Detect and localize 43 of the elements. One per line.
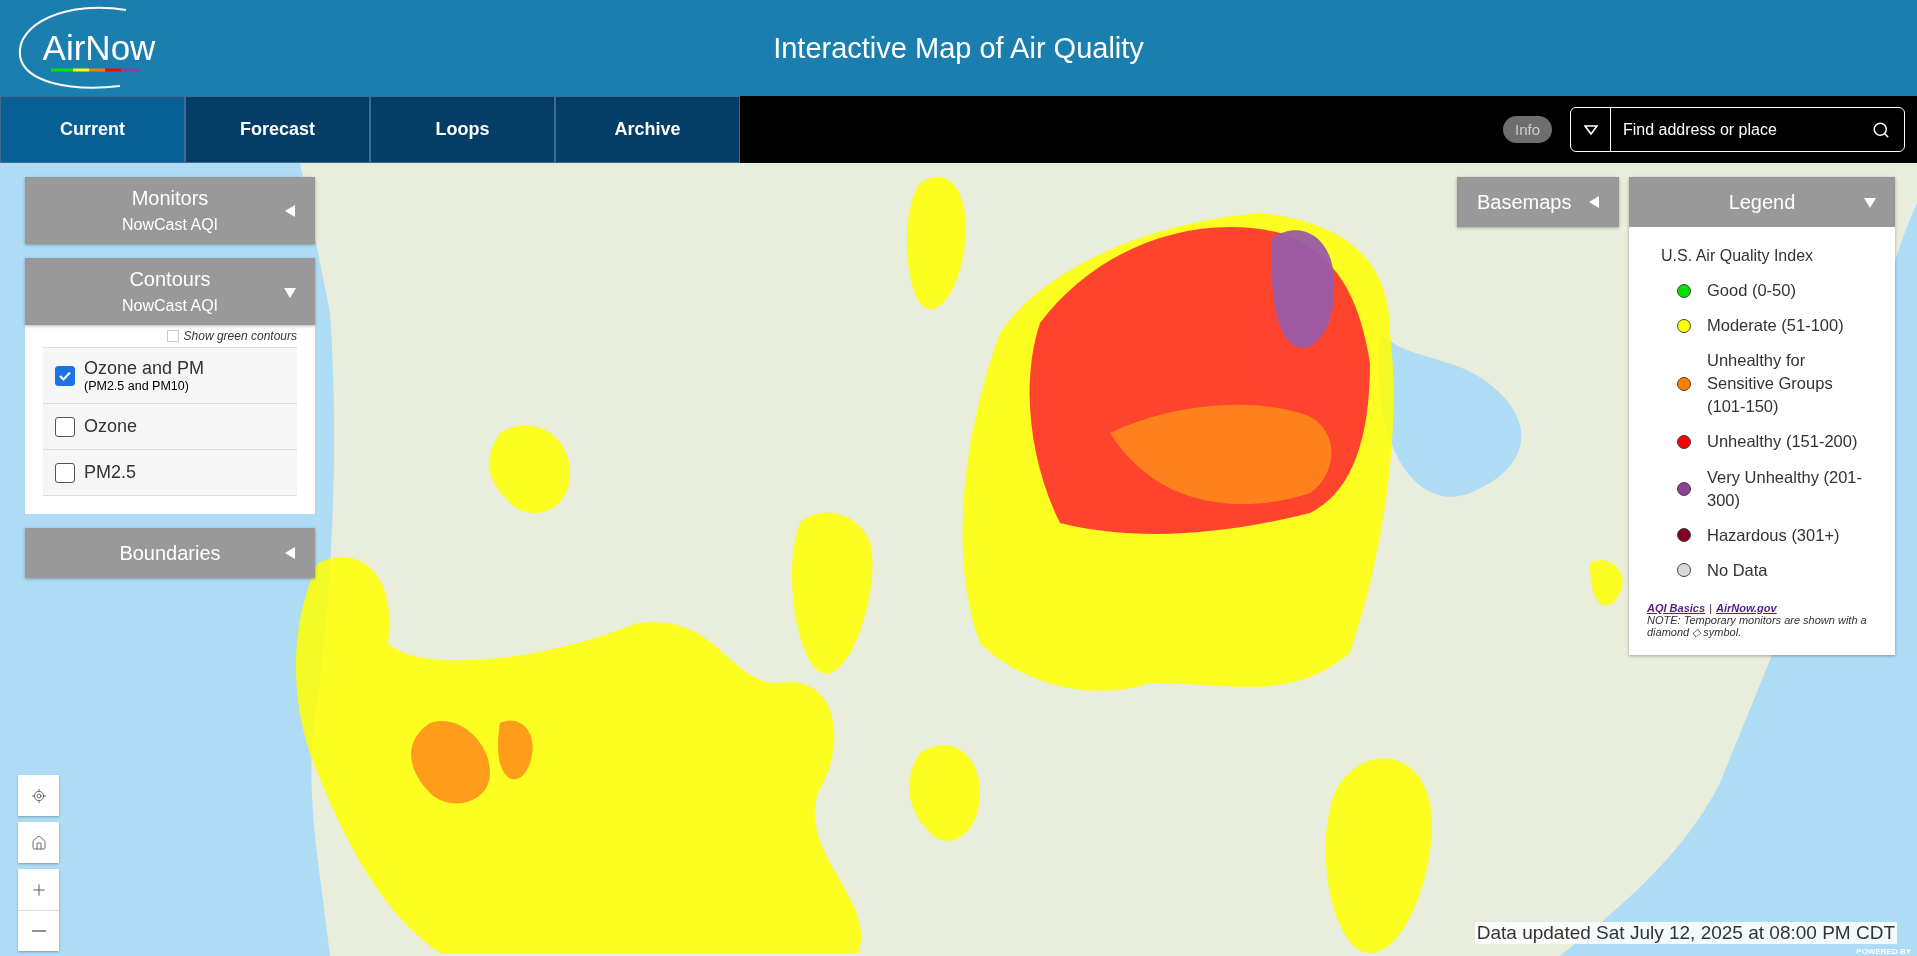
legend-label: Unhealthy for Sensitive Groups (101-150) (1707, 350, 1834, 418)
search-field[interactable]: Find address or place (1611, 119, 1872, 140)
option-sublabel: (PM2.5 and PM10) (84, 379, 190, 393)
page-title: Interactive Map of Air Quality (772, 31, 1145, 65)
legend-note: NOTE: Temporary monitors are shown with a diamond ◇ symbol. (1647, 613, 1868, 639)
legend-label: Hazardous (301+) (1707, 524, 1840, 546)
attribution-text: POWERED BY (1856, 947, 1911, 956)
legend-label: No Data (1707, 559, 1768, 581)
option-label: PM2.5 (84, 462, 137, 483)
home-button[interactable] (18, 822, 59, 863)
nav-tab[interactable]: Current (0, 96, 185, 163)
search-bar[interactable]: Find address or place (1570, 107, 1905, 152)
legend-label: Moderate (51-100) (1707, 315, 1844, 337)
zoom-in-button[interactable] (18, 869, 59, 910)
nav-tab[interactable]: Forecast (185, 96, 370, 163)
caret-down-icon (1583, 124, 1598, 135)
caret-left-icon (283, 546, 297, 560)
legend-label: Good (0-50) (1707, 280, 1796, 301)
legend-heading: U.S. Air Quality Index (1661, 247, 1815, 265)
legend-label: Very Unhealthy (201-300) (1707, 466, 1863, 511)
caret-left-icon (1587, 195, 1601, 209)
search-icon[interactable] (1872, 120, 1890, 139)
locate-button[interactable] (18, 775, 59, 816)
checkbox[interactable] (55, 365, 75, 386)
checkmark-icon (59, 370, 71, 381)
data-updated-text: Data updated Sat July 12, 2025 at 08:00 PM CDT (1474, 922, 1897, 944)
checkbox-label: Show green contours (183, 329, 297, 343)
nav-tab[interactable]: Loops (370, 96, 555, 163)
home-icon (30, 834, 47, 851)
legend-label: Unhealthy (151-200) (1707, 431, 1858, 453)
option-label: Ozone and PM (84, 358, 205, 379)
nav-tab[interactable]: Archive (555, 96, 740, 163)
crosshair-icon (30, 787, 47, 804)
aqi-basics-link[interactable]: AQI Basics (1647, 601, 1706, 614)
caret-left-icon (283, 203, 297, 218)
checkbox[interactable] (55, 462, 75, 483)
minus-icon (31, 930, 46, 932)
checkbox[interactable] (55, 416, 75, 437)
airnow-link[interactable]: AirNow.gov (1715, 601, 1777, 614)
link-separator: | (1709, 601, 1712, 614)
option-label: Ozone (84, 416, 138, 437)
logo-text: AirNow (42, 28, 156, 68)
caret-down-icon (1863, 195, 1877, 209)
